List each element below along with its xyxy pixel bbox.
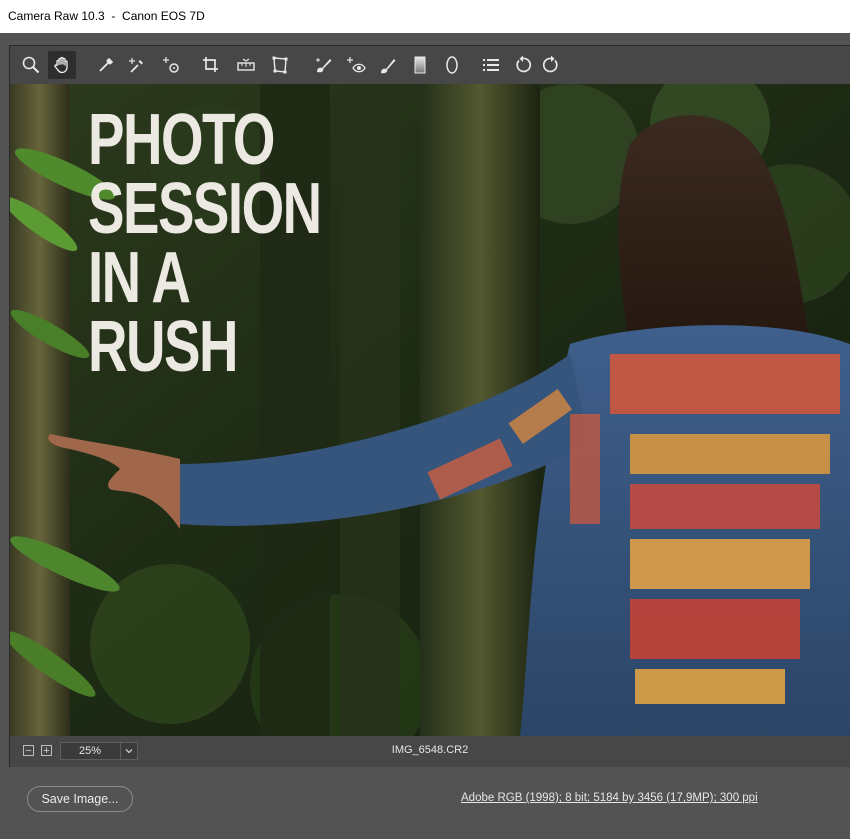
gradient-icon	[414, 56, 426, 74]
headline: PHOTO SESSION IN A RUSH	[88, 100, 322, 387]
list-icon	[483, 59, 499, 71]
red-eye-removal-tool[interactable]	[342, 51, 370, 79]
radial-filter-tool[interactable]	[438, 51, 466, 79]
workflow-options-link[interactable]: Adobe RGB (1998); 8 bit; 5184 by 3456 (1…	[461, 792, 758, 804]
transform-tool[interactable]	[266, 51, 294, 79]
headline-line: PHOTO	[88, 100, 276, 180]
spot-removal-tool[interactable]	[310, 51, 338, 79]
red-eye-icon	[347, 57, 366, 73]
headline-line: IN A	[88, 238, 191, 318]
crop-icon	[203, 57, 218, 72]
level-icon	[237, 58, 255, 71]
sampler-icon	[129, 58, 143, 73]
straighten-tool[interactable]	[232, 51, 260, 79]
toolbar	[10, 46, 850, 84]
crop-tool[interactable]	[197, 51, 225, 79]
rotate-ccw-icon	[516, 55, 532, 73]
brush-icon	[381, 59, 396, 74]
headline-line: SESSION	[88, 169, 322, 249]
headline-line: RUSH	[88, 307, 238, 387]
hand-icon	[54, 56, 68, 74]
target-adjust-icon	[163, 57, 179, 73]
adjustment-brush-tool[interactable]	[374, 51, 402, 79]
image-preview[interactable]: PHOTO SESSION IN A RUSH	[10, 84, 850, 736]
rotate-right-button[interactable]	[537, 51, 565, 79]
rotate-cw-icon	[542, 55, 558, 73]
title-bar: Camera Raw 10.3 - Canon EOS 7D	[0, 0, 850, 33]
brush-heal-icon	[316, 58, 332, 73]
white-balance-tool[interactable]	[92, 51, 120, 79]
color-sampler-tool[interactable]	[123, 51, 151, 79]
magnifier-icon	[22, 56, 40, 74]
graduated-filter-tool[interactable]	[406, 51, 434, 79]
rotate-left-button[interactable]	[509, 51, 537, 79]
file-name: IMG_6548.CR2	[391, 744, 469, 756]
ellipse-icon	[446, 56, 458, 74]
preferences-button[interactable]	[477, 51, 505, 79]
window-title: Camera Raw 10.3 - Canon EOS 7D	[8, 9, 205, 23]
hand-tool[interactable]	[48, 51, 76, 79]
status-bar: − + 25% IMG_6548.CR2	[10, 736, 850, 766]
transform-icon	[272, 56, 288, 74]
eyedropper-icon	[99, 57, 114, 72]
zoom-tool[interactable]	[17, 51, 45, 79]
targeted-adjustment-tool[interactable]	[157, 51, 185, 79]
save-image-button[interactable]: Save Image...	[27, 786, 133, 812]
